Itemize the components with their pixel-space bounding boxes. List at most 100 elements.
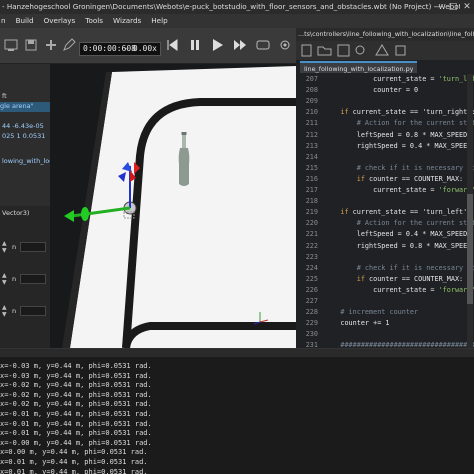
- code-line[interactable]: 225 if counter == COUNTER_MAX:: [296, 274, 474, 285]
- reset-icon[interactable]: [163, 36, 181, 54]
- menu-tools[interactable]: Tools: [80, 14, 108, 28]
- code-text: # check if it is necessary to update: [356, 263, 474, 272]
- simulation-speed: - 0.00x: [123, 44, 157, 53]
- code-text: ########################################…: [340, 341, 474, 348]
- line-number: 221: [305, 230, 318, 239]
- console-line: x=0.01 m, y=0.44 m, phi=0.0531 rad.: [0, 467, 148, 474]
- window-title: - Hanzehogeschool Groningen\Documents\We…: [2, 2, 474, 11]
- window-controls: — □ ✕: [432, 0, 474, 14]
- play-icon[interactable]: [208, 36, 226, 54]
- code-line[interactable]: 228 # increment counter: [296, 307, 474, 318]
- menubar: n Build Overlays Tools Wizards Help: [0, 14, 474, 28]
- code-line[interactable]: 220 # Action for the current state: upda…: [296, 218, 474, 229]
- menu-overlays[interactable]: Overlays: [39, 14, 81, 28]
- code-line[interactable]: 216 if counter == COUNTER_MAX:: [296, 174, 474, 185]
- menu-help[interactable]: Help: [146, 14, 172, 28]
- code-text: current_state = 'forward': [324, 186, 474, 194]
- code-line[interactable]: 227: [296, 296, 474, 307]
- code-line[interactable]: 224 # check if it is necessary to update: [296, 263, 474, 274]
- editor-file-path: ...ts\controllers\line_following_with_lo…: [296, 28, 474, 41]
- code-line[interactable]: 213 rightSpeed = 0.4 * MAX_SPEED: [296, 141, 474, 152]
- code-area[interactable]: 207 current_state = 'turn_left'208 count…: [296, 74, 474, 348]
- code-line[interactable]: 214: [296, 152, 474, 163]
- code-line[interactable]: 230: [296, 329, 474, 340]
- tree-item-rotation[interactable]: 025 1 0.0531: [2, 132, 45, 140]
- spin-arrows-icon[interactable]: ▲ ▼: [2, 272, 7, 286]
- open-file-icon: [317, 46, 332, 56]
- editor-toolbar: [296, 41, 474, 60]
- spin-arrows-icon[interactable]: ▲ ▼: [2, 240, 7, 254]
- spin-arrows-icon[interactable]: ▲ ▼: [2, 304, 7, 318]
- code-text: leftSpeed = 0.8 * MAX_SPEED: [324, 130, 468, 139]
- field-editor: Vector3) ▲ ▼ n ▲ ▼ n ▲ ▼ n: [0, 206, 50, 348]
- 3d-viewport[interactable]: [50, 64, 296, 348]
- record-icon[interactable]: [254, 36, 272, 54]
- line-number: 224: [305, 263, 318, 272]
- line-number: 230: [305, 330, 318, 339]
- code-text: rightSpeed = 0.8 * MAX_SPEED: [324, 241, 472, 250]
- code-text: if counter == COUNTER_MAX:: [356, 174, 464, 183]
- edit-icon[interactable]: [60, 36, 78, 54]
- code-text: if current_state == 'turn_left':: [340, 208, 472, 217]
- field-unit-y: n: [12, 275, 17, 283]
- menu-file[interactable]: n: [0, 14, 11, 28]
- line-number: 209: [305, 97, 318, 106]
- view-icon[interactable]: [2, 36, 20, 54]
- code-line[interactable]: 229 counter += 1: [296, 318, 474, 329]
- camera-icon[interactable]: [276, 36, 294, 54]
- line-number: 210: [305, 108, 318, 117]
- code-line[interactable]: 221 leftSpeed = 0.4 * MAX_SPEED: [296, 229, 474, 240]
- code-text: leftSpeed = 0.4 * MAX_SPEED: [324, 230, 468, 239]
- code-line[interactable]: 215 # check if it is necessary to update: [296, 163, 474, 174]
- tree-item[interactable]: ft: [2, 92, 7, 100]
- code-line[interactable]: 208 counter = 0: [296, 85, 474, 96]
- code-line[interactable]: 222 rightSpeed = 0.8 * MAX_SPEED: [296, 241, 474, 252]
- line-number: 220: [305, 219, 318, 228]
- editor-scrollbar[interactable]: [467, 74, 473, 348]
- field-unit-z: n: [12, 307, 17, 315]
- code-text: current_state = 'forward': [324, 285, 474, 294]
- line-number: 207: [305, 75, 318, 83]
- console-header: [0, 349, 474, 357]
- find-icon: [355, 45, 365, 55]
- tree-item-arena[interactable]: gle arena": [0, 102, 50, 112]
- editor-scroll-thumb[interactable]: [467, 194, 473, 304]
- line-number: 219: [305, 208, 318, 217]
- tab-controller-file[interactable]: line_following_with_localization.py: [300, 61, 418, 73]
- code-line[interactable]: 212 leftSpeed = 0.8 * MAX_SPEED: [296, 130, 474, 141]
- code-line[interactable]: 226 current_state = 'forward': [296, 285, 474, 296]
- field-x-input[interactable]: [20, 242, 46, 252]
- window-titlebar: - Hanzehogeschool Groningen\Documents\We…: [0, 0, 474, 14]
- field-unit-x: n: [12, 243, 17, 251]
- code-line[interactable]: 231 ####################################…: [296, 340, 474, 348]
- line-number: 231: [305, 341, 318, 348]
- build-icon: [375, 44, 389, 56]
- maximize-button[interactable]: □: [446, 0, 460, 14]
- minimize-button[interactable]: —: [432, 0, 446, 14]
- field-y-input[interactable]: [20, 274, 46, 284]
- line-number: 218: [305, 197, 318, 206]
- add-node-icon[interactable]: [42, 36, 60, 54]
- field-z-input[interactable]: [20, 306, 46, 316]
- fast-forward-icon[interactable]: [231, 36, 249, 54]
- scene-tree: ft gle arena" 44 -6.43e-05 025 1 0.0531 …: [0, 64, 57, 206]
- close-button[interactable]: ✕: [460, 0, 474, 14]
- line-number: 208: [305, 86, 318, 95]
- code-line[interactable]: 223: [296, 252, 474, 263]
- step-back-icon[interactable]: [186, 36, 204, 54]
- tree-item-controller[interactable]: lowing_with_loca: [2, 157, 57, 165]
- code-line[interactable]: 210 if current_state == 'turn_right':: [296, 107, 474, 118]
- code-line[interactable]: 211 # Action for the current state: upda…: [296, 118, 474, 129]
- menu-wizards[interactable]: Wizards: [108, 14, 146, 28]
- code-text: # Action for the current state: update: [356, 119, 474, 128]
- line-number: 229: [305, 319, 318, 328]
- code-text: counter = 0: [324, 86, 419, 95]
- code-line[interactable]: 219 if current_state == 'turn_left':: [296, 207, 474, 218]
- code-line[interactable]: 217 current_state = 'forward': [296, 185, 474, 196]
- save-icon[interactable]: [22, 36, 40, 54]
- code-line[interactable]: 209: [296, 96, 474, 107]
- code-line[interactable]: 218: [296, 196, 474, 207]
- tree-item-translation[interactable]: 44 -6.43e-05: [2, 122, 44, 130]
- menu-build[interactable]: Build: [11, 14, 39, 28]
- code-line[interactable]: 207 current_state = 'turn_left': [296, 74, 474, 85]
